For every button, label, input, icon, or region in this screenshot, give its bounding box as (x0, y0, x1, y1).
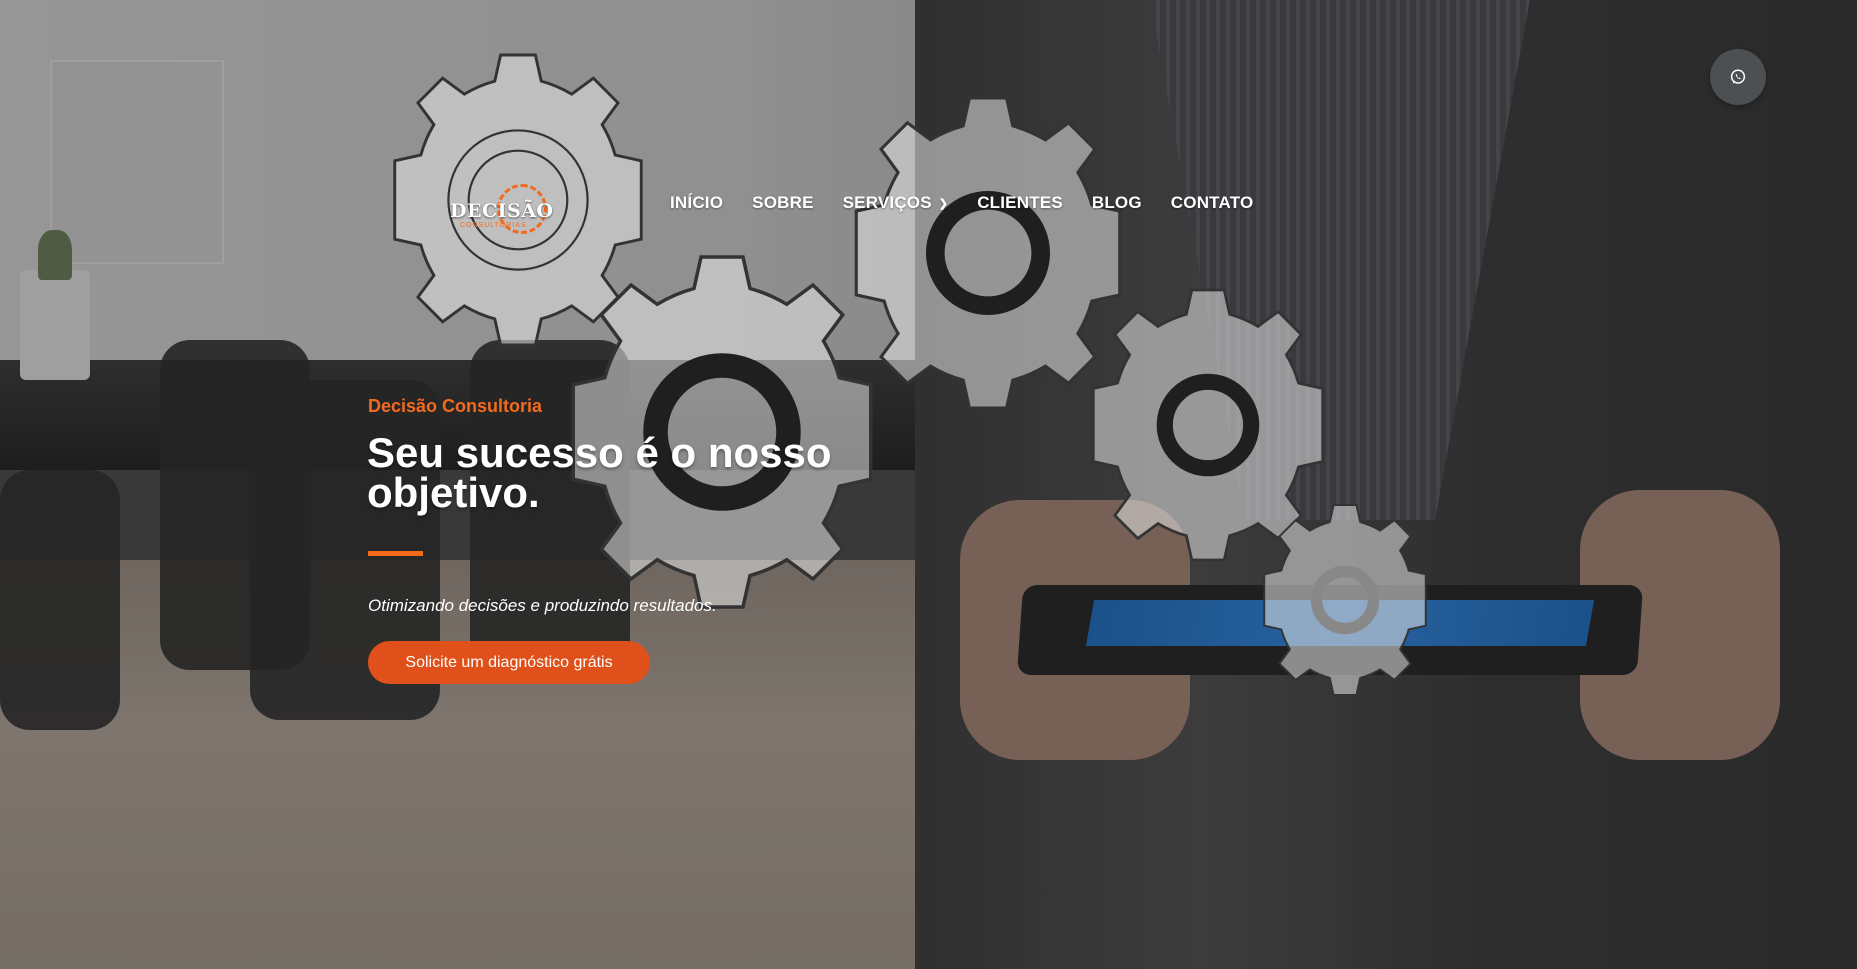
hero-eyebrow: Decisão Consultoria (368, 396, 543, 416)
logo-subtitle: CONSULTORIAS (460, 222, 527, 229)
chevron-down-icon: ❯ (938, 197, 949, 210)
nav-item-blog[interactable]: BLOG (1092, 193, 1142, 213)
nav-item-contato[interactable]: CONTATO (1171, 193, 1254, 213)
nav-item-clientes[interactable]: CLIENTES (977, 193, 1063, 213)
nav-item-inicio[interactable]: INÍCIO (670, 193, 723, 213)
gear-top (854, 96, 1122, 410)
hero-headline: Seu sucesso é o nosso objetivo. (367, 429, 832, 516)
logo-name: DECISÃO (450, 200, 554, 222)
diagnostic-request-button[interactable]: Solicite um diagnóstico grátis (368, 641, 650, 684)
nav-item-servicos[interactable]: SERVIÇOS ❯ (843, 193, 949, 213)
gear-right (1091, 288, 1325, 562)
hero-tagline: Otimizando decisões e produzindo resulta… (368, 596, 717, 615)
whatsapp-button[interactable] (1710, 49, 1766, 105)
whatsapp-icon (1730, 69, 1746, 84)
nav-item-label: SERVIÇOS (842, 193, 932, 212)
hero-divider (368, 551, 423, 556)
gear-small (1263, 504, 1427, 696)
gears-illustration (393, 53, 1427, 696)
nav-item-sobre[interactable]: SOBRE (752, 193, 813, 213)
main-navigation: INÍCIO SOBRE SERVIÇOS ❯ CLIENTES BLOG CON… (670, 193, 1282, 213)
